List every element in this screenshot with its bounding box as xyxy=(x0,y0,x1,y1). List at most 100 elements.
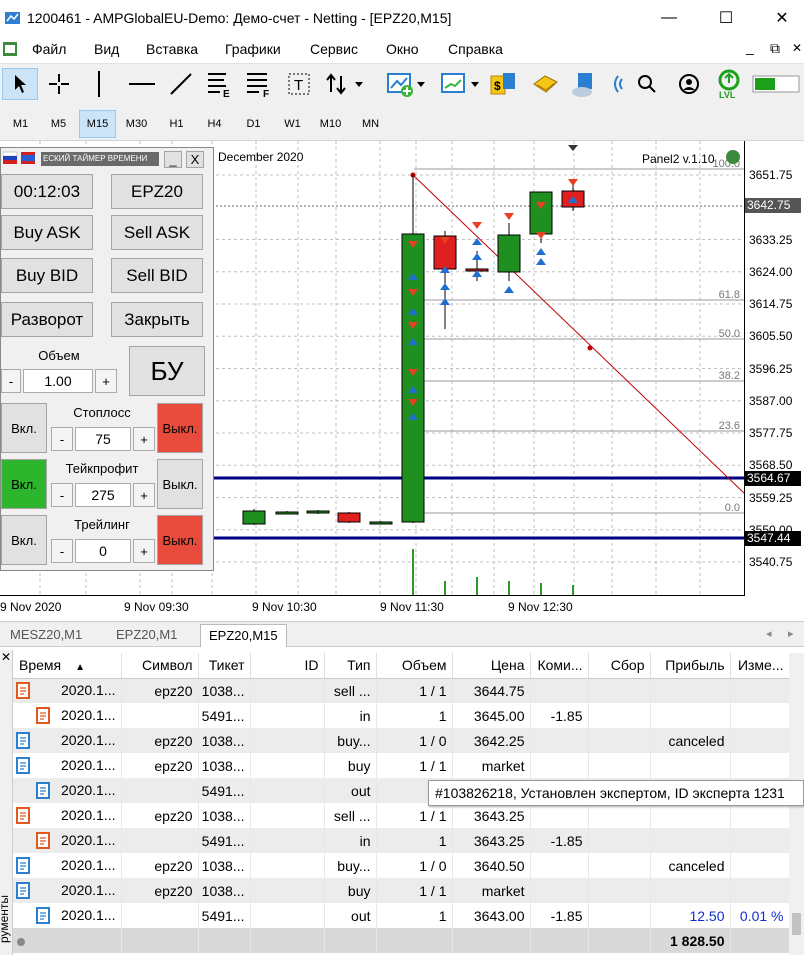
stoploss-input[interactable]: 75 xyxy=(75,427,131,451)
column-header-fee[interactable]: Сбор xyxy=(588,653,651,679)
volume-plus-button[interactable]: + xyxy=(95,369,117,393)
column-header-symbol[interactable]: Символ xyxy=(121,653,199,679)
text-label-icon[interactable]: T xyxy=(282,68,316,100)
volume-minus-button[interactable]: - xyxy=(1,369,21,393)
trendline-icon[interactable] xyxy=(164,68,198,100)
stoploss-plus-button[interactable]: + xyxy=(133,427,155,451)
arrows-icon[interactable] xyxy=(322,68,368,100)
column-header-time[interactable]: Время ▲ xyxy=(13,653,122,679)
vertical-line-icon[interactable] xyxy=(84,68,114,100)
close-button[interactable]: ✕ xyxy=(768,6,796,30)
table-row[interactable]: 2020.1... 5491... in 1 3643.25 -1.85 xyxy=(13,828,790,853)
timeframe-d1[interactable]: D1 xyxy=(235,110,272,138)
crosshair-icon[interactable] xyxy=(42,68,76,100)
table-row[interactable]: 2020.1... epz20 1038... sell ... 1 / 1 3643.2… xyxy=(13,803,790,828)
cursor-icon[interactable] xyxy=(2,68,38,100)
market-icon[interactable]: $ xyxy=(486,68,520,100)
table-row[interactable]: 2020.1... epz20 1038... buy 1 / 1 market xyxy=(13,878,790,903)
doc-icon[interactable] xyxy=(2,41,18,57)
tab-epz20-m1[interactable]: EPZ20,M1 xyxy=(108,624,185,647)
table-row[interactable]: 2020.1... epz20 1038... buy... 1 / 0 3642.25 c… xyxy=(13,728,790,753)
sell-bid-button[interactable]: Sell BID xyxy=(111,258,203,293)
menu-help[interactable]: Справка xyxy=(448,41,503,57)
column-header-type[interactable]: Тип xyxy=(324,653,377,679)
takeprofit-plus-button[interactable]: + xyxy=(133,483,155,507)
timeframe-m10[interactable]: M10 xyxy=(312,110,349,138)
fibonacci-icon[interactable]: E xyxy=(202,68,238,100)
stoploss-off-button[interactable]: Выкл. xyxy=(157,403,203,453)
level-icon[interactable]: LVL xyxy=(712,68,746,100)
search-icon[interactable] xyxy=(632,68,662,100)
stoploss-minus-button[interactable]: - xyxy=(51,427,73,451)
cell-text: epz20 xyxy=(154,807,193,824)
menu-view[interactable]: Вид xyxy=(94,41,119,57)
column-header-id[interactable]: ID xyxy=(250,653,325,679)
panel-minimize-button[interactable]: _ xyxy=(164,151,182,168)
signals-icon[interactable] xyxy=(528,68,562,100)
column-header-label: Изме... xyxy=(737,657,784,674)
takeprofit-off-button[interactable]: Выкл. xyxy=(157,459,203,509)
trailing-plus-button[interactable]: + xyxy=(133,539,155,563)
vps-icon[interactable] xyxy=(568,68,602,100)
table-row[interactable]: 2020.1... epz20 1038... sell ... 1 / 1 3644.7… xyxy=(13,678,790,703)
table-row[interactable]: 2020.1... 5491... in 1 3645.00 -1.85 xyxy=(13,703,790,728)
table-row[interactable]: 2020.1... epz20 1038... buy... 1 / 0 3640.50 c… xyxy=(13,853,790,878)
column-header-ticket[interactable]: Тикет xyxy=(198,653,251,679)
trailing-input[interactable]: 0 xyxy=(75,539,131,563)
column-header-price[interactable]: Цена xyxy=(452,653,531,679)
trailing-minus-button[interactable]: - xyxy=(51,539,73,563)
sell-ask-button[interactable]: Sell ASK xyxy=(111,215,203,250)
volume-input[interactable]: 1.00 xyxy=(23,369,93,393)
table-row[interactable]: 2020.1... epz20 1038... buy 1 / 1 market xyxy=(13,753,790,778)
tabs-scroll-left-icon[interactable]: ◂ xyxy=(766,627,772,640)
trailing-on-button[interactable]: Вкл. xyxy=(1,515,47,565)
stoploss-on-button[interactable]: Вкл. xyxy=(1,403,47,453)
channel-icon[interactable]: F xyxy=(242,68,276,100)
menu-tools[interactable]: Сервис xyxy=(310,41,358,57)
column-header-label: Сбор xyxy=(610,657,645,674)
radio-icon[interactable] xyxy=(604,68,628,100)
timeframe-m15[interactable]: M15 xyxy=(79,110,116,138)
timeframe-w1[interactable]: W1 xyxy=(274,110,311,138)
panel-close-button[interactable]: X xyxy=(186,151,204,168)
minimize-button[interactable]: — xyxy=(655,6,683,30)
breakeven-button[interactable]: БУ xyxy=(129,346,205,396)
close-position-button[interactable]: Закрыть xyxy=(111,302,203,337)
takeprofit-on-button[interactable]: Вкл. xyxy=(1,459,47,509)
menu-file[interactable]: Файл xyxy=(32,41,66,57)
tab-epz20-m15[interactable]: EPZ20,M15 xyxy=(200,624,287,647)
mdi-close-button[interactable]: ✕ xyxy=(792,41,802,55)
tab-mesz20-m1[interactable]: MESZ20,M1 xyxy=(2,624,90,647)
maximize-button[interactable]: ☐ xyxy=(712,6,740,30)
menu-window[interactable]: Окно xyxy=(386,41,419,57)
cell-text: -1.85 xyxy=(550,707,583,724)
column-header-volume[interactable]: Объем xyxy=(376,653,453,679)
timeframe-m5[interactable]: M5 xyxy=(40,110,77,138)
takeprofit-input[interactable]: 275 xyxy=(75,483,131,507)
timeframe-m1[interactable]: M1 xyxy=(2,110,39,138)
buy-ask-button[interactable]: Buy ASK xyxy=(1,215,93,250)
indicator-icon[interactable] xyxy=(436,68,482,100)
new-chart-icon[interactable] xyxy=(382,68,428,100)
buy-bid-button[interactable]: Buy BID xyxy=(1,258,93,293)
takeprofit-minus-button[interactable]: - xyxy=(51,483,73,507)
column-header-profit[interactable]: Прибыль xyxy=(650,653,731,679)
timeframe-h1[interactable]: H1 xyxy=(158,110,195,138)
mdi-minimize-button[interactable]: _ xyxy=(746,39,754,55)
reverse-button[interactable]: Разворот xyxy=(1,302,93,337)
tabs-scroll-right-icon[interactable]: ▸ xyxy=(788,627,794,640)
table-row[interactable]: 2020.1... 5491... out 1 3643.00 -1.85 12.50 0.0… xyxy=(13,903,790,928)
mdi-restore-button[interactable]: ⧉ xyxy=(770,40,780,57)
column-header-commission[interactable]: Коми... xyxy=(530,653,589,679)
column-header-change[interactable]: Изме... xyxy=(730,653,790,679)
account-icon[interactable] xyxy=(674,68,704,100)
toolbox-close-icon[interactable]: ✕ xyxy=(1,650,11,664)
horizontal-line-icon[interactable] xyxy=(124,68,160,100)
menu-charts[interactable]: Графики xyxy=(225,41,281,57)
timeframe-mn[interactable]: MN xyxy=(352,110,389,138)
panel-titlebar[interactable]: ЕСКИЙ ТАЙМЕР ВРЕМЕНИ _ X xyxy=(1,148,213,170)
timeframe-m30[interactable]: M30 xyxy=(118,110,155,138)
menu-insert[interactable]: Вставка xyxy=(146,41,198,57)
trailing-off-button[interactable]: Выкл. xyxy=(157,515,203,565)
timeframe-h4[interactable]: H4 xyxy=(196,110,233,138)
